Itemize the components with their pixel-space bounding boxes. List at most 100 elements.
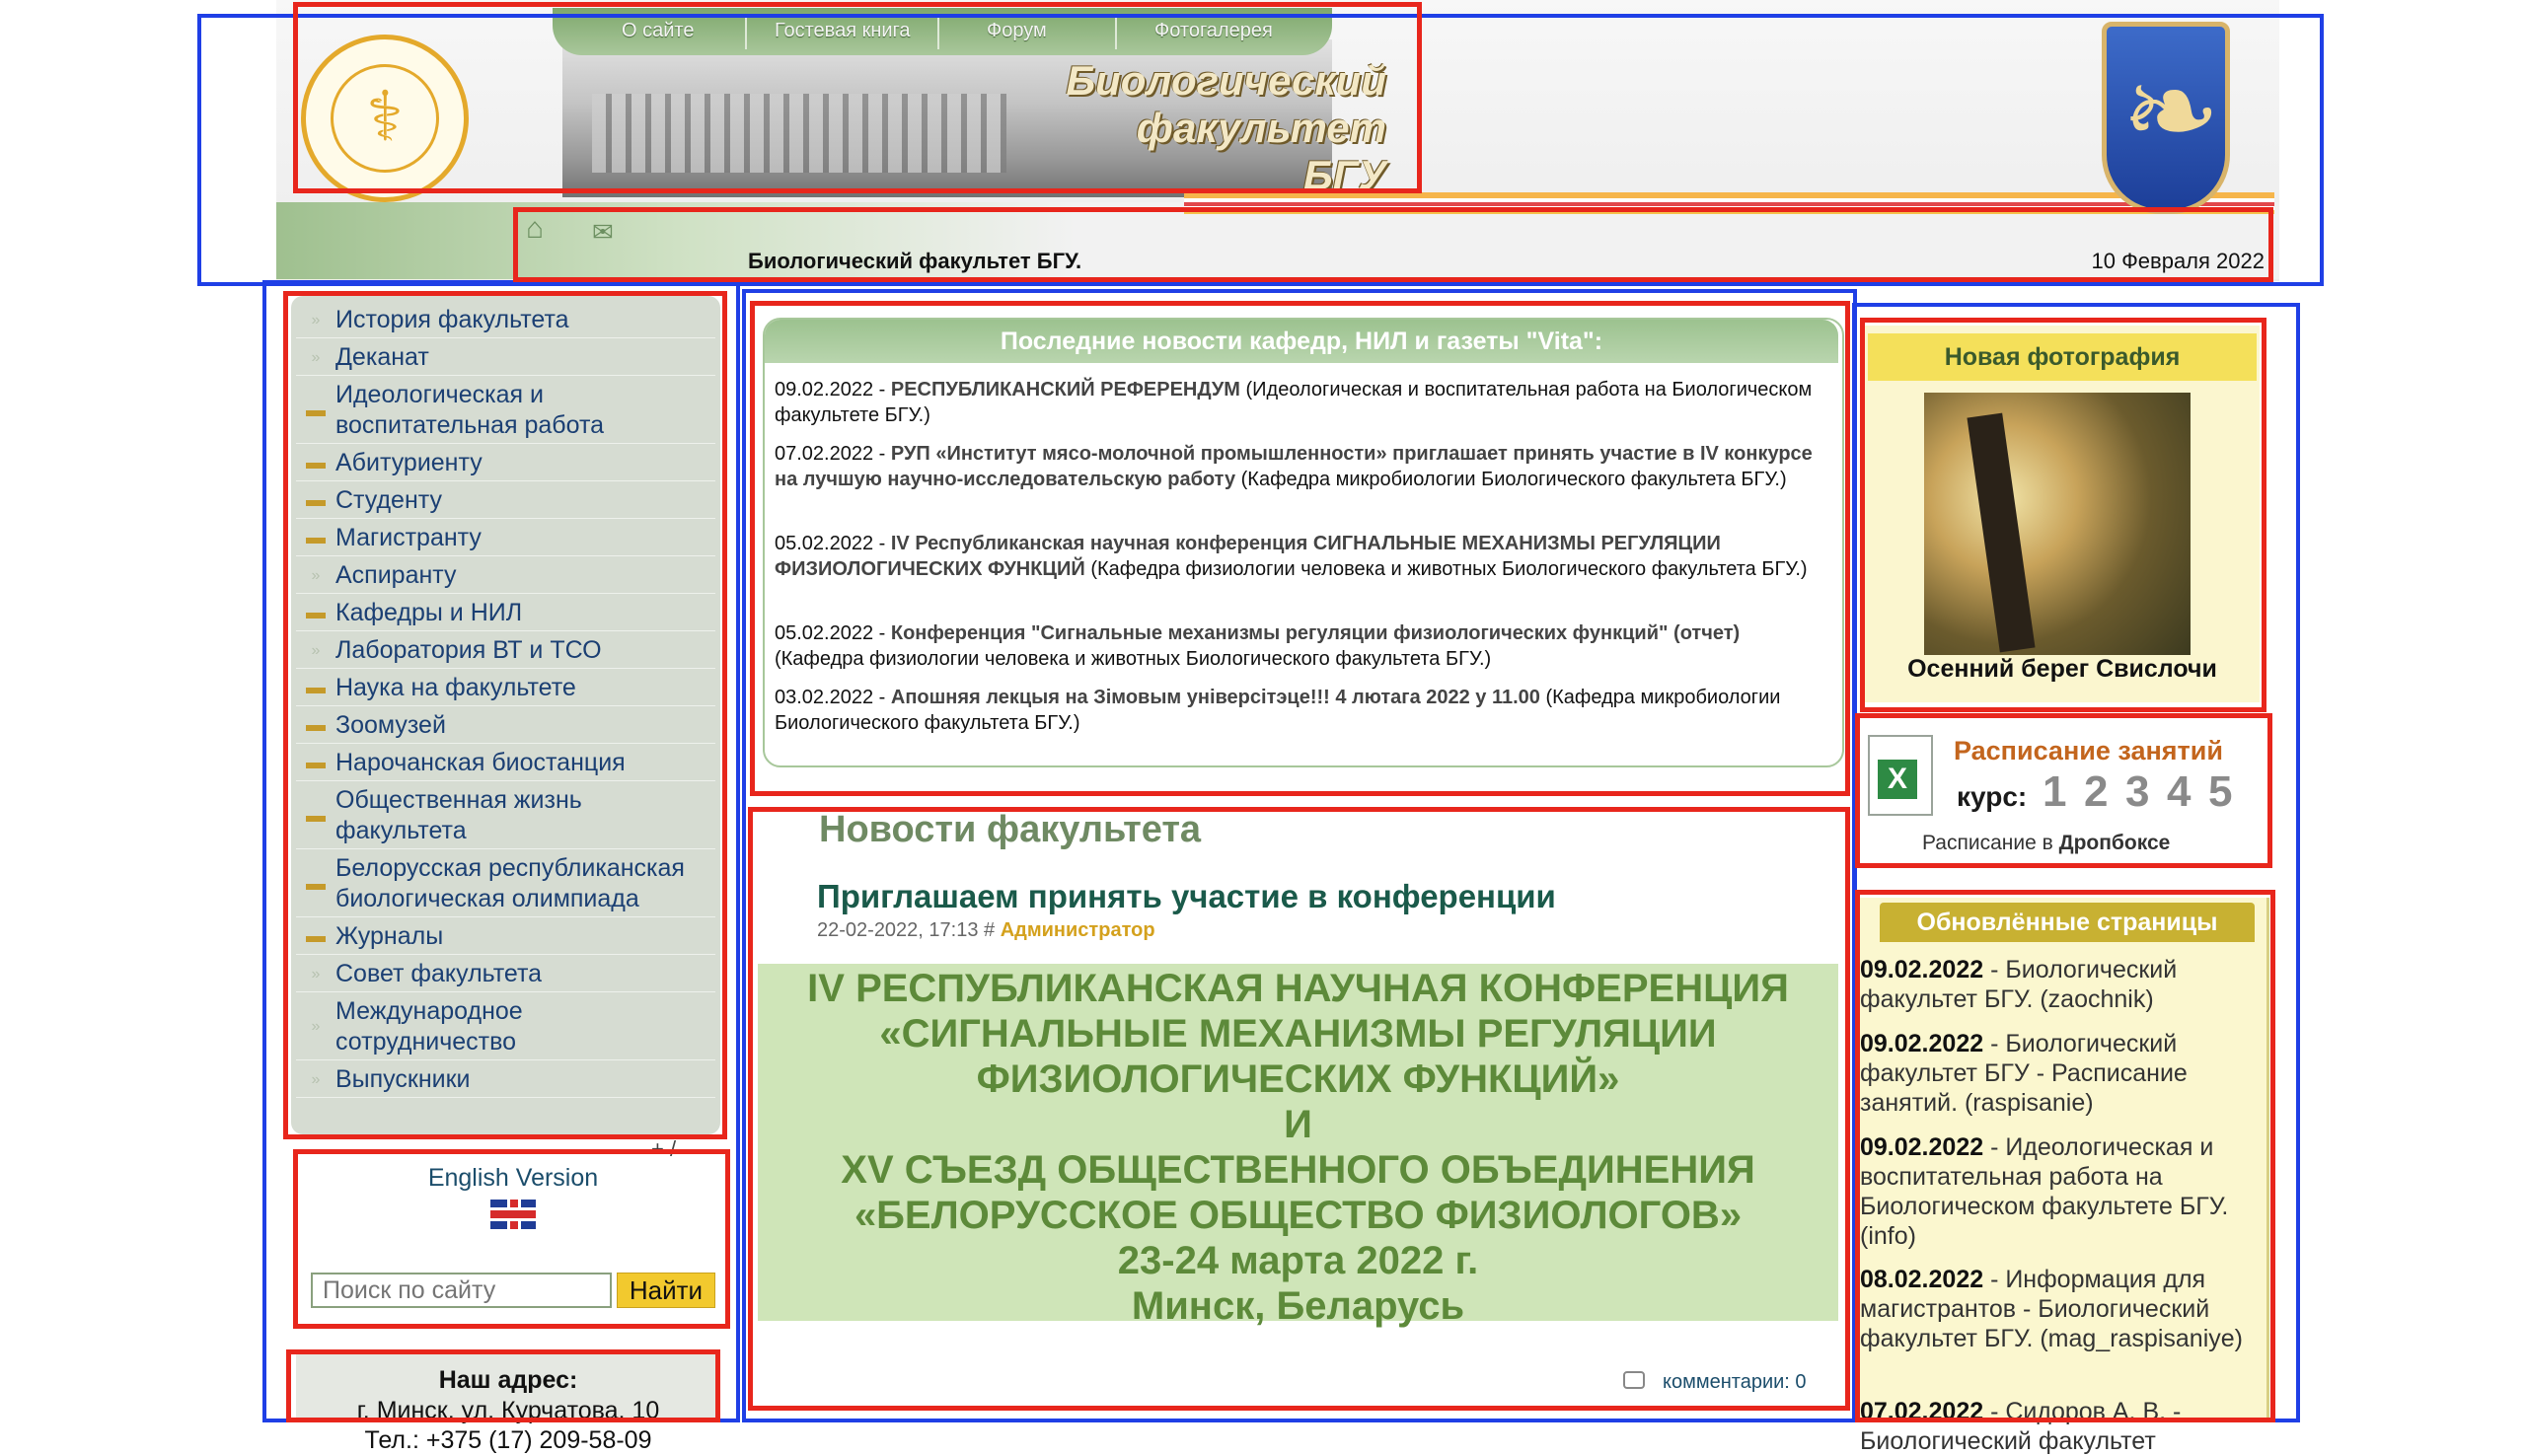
menu-item-label[interactable]: Магистранту xyxy=(335,523,701,553)
menu-item-label[interactable]: Идеологическая и воспитательная работа xyxy=(335,380,701,441)
banner-line: Минск, Беларусь xyxy=(1131,1284,1465,1328)
course-4-link[interactable]: 4 xyxy=(2167,767,2191,817)
course-3-link[interactable]: 3 xyxy=(2125,767,2149,817)
menu-item[interactable]: ▬ Студенту xyxy=(296,481,715,519)
menu-item-label[interactable]: Выпускники xyxy=(335,1064,701,1095)
dropbox-schedule-link[interactable]: Расписание в Дропбоксе xyxy=(1922,832,2170,855)
new-photo-title: Новая фотография xyxy=(1868,333,2257,381)
site-title-line: факультет xyxy=(1136,105,1386,151)
news-date: 07.02.2022 - xyxy=(775,443,891,465)
comments-label[interactable]: комментарии xyxy=(1663,1371,1784,1393)
menu-item[interactable]: ▬ Белорусская республиканская биологическ… xyxy=(296,849,715,917)
news-date: 05.02.2022 - xyxy=(775,622,891,644)
nav-forum[interactable]: Форум xyxy=(987,20,1047,42)
nav-photogallery[interactable]: Фотогалерея xyxy=(1154,20,1273,42)
menu-item[interactable]: » Совет факультета xyxy=(296,955,715,992)
post-date: 22-02-2022, 17:13 # xyxy=(817,919,1001,941)
sidebar-misc-text: + / xyxy=(651,1136,677,1161)
menu-item-label[interactable]: Студенту xyxy=(335,485,701,516)
address-title: Наш адрес: xyxy=(438,1366,578,1394)
post-author-link[interactable]: Администратор xyxy=(1001,919,1155,941)
comments-count: : 0 xyxy=(1784,1371,1807,1393)
course-5-link[interactable]: 5 xyxy=(2208,767,2232,817)
menu-item-label[interactable]: Зоомузей xyxy=(335,710,701,741)
home-icon[interactable]: ⌂ xyxy=(526,212,544,246)
menu-item-label[interactable]: Международное сотрудничество xyxy=(335,996,701,1057)
menu-item-label[interactable]: Журналы xyxy=(335,921,701,952)
menu-item[interactable]: » Деканат xyxy=(296,338,715,376)
menu-item-label[interactable]: Деканат xyxy=(335,342,701,373)
search-input[interactable] xyxy=(311,1273,612,1308)
folder-icon: ▬ xyxy=(306,714,326,736)
menu-item-label[interactable]: Белорусская республиканская биологическа… xyxy=(335,853,701,914)
news-link[interactable]: Апошняя лекцыя на Зімовым універсітэце!!… xyxy=(891,687,1540,708)
arrow-icon: » xyxy=(311,348,321,366)
menu-item[interactable]: » Международное сотрудничество xyxy=(296,992,715,1060)
menu-item[interactable]: » История факультета xyxy=(296,301,715,338)
menu-item[interactable]: ▬ Зоомузей xyxy=(296,706,715,744)
arrow-icon: » xyxy=(311,1018,321,1035)
menu-item[interactable]: ▬ Общественная жизнь факультета xyxy=(296,781,715,849)
updated-date: 09.02.2022 xyxy=(1860,956,1984,983)
comments-link[interactable]: комментарии: 0 xyxy=(1663,1371,1807,1394)
menu-item[interactable]: ▬ Наука на факультете xyxy=(296,669,715,706)
news-date: 09.02.2022 - xyxy=(775,379,891,400)
menu-item[interactable]: » Лаборатория ВТ и ТСО xyxy=(296,631,715,669)
nav-separator xyxy=(937,18,939,49)
nav-guestbook[interactable]: Гостевая книга xyxy=(775,20,911,42)
menu-item-label[interactable]: Абитуриенту xyxy=(335,448,701,478)
search-button[interactable]: Найти xyxy=(617,1273,715,1308)
menu-item[interactable]: ▬ Идеологическая и воспитательная работа xyxy=(296,376,715,444)
updated-item[interactable]: 08.02.2022 - Информация для магистрантов… xyxy=(1860,1265,2250,1353)
menu-item[interactable]: ▬ Кафедры и НИЛ xyxy=(296,594,715,631)
folder-icon: ▬ xyxy=(306,527,326,548)
mail-icon[interactable]: ✉ xyxy=(592,217,614,248)
dropbox-word[interactable]: Дропбоксе xyxy=(2059,832,2171,854)
arrow-icon: » xyxy=(311,1070,321,1088)
photo-caption: Осенний берег Свислочи xyxy=(1907,655,2217,683)
menu-item-label[interactable]: Нарочанская биостанция xyxy=(335,748,701,778)
news-item: 09.02.2022 - РЕСПУБЛИКАНСКИЙ РЕФЕРЕНДУМ … xyxy=(775,377,1816,428)
arrow-icon: » xyxy=(311,965,321,983)
menu-item[interactable]: ▬ Журналы xyxy=(296,917,715,955)
banner-line: «СИГНАЛЬНЫЕ МЕХАНИЗМЫ РЕГУЛЯЦИИ xyxy=(879,1012,1717,1056)
site-title-line: БГУ xyxy=(1303,152,1386,198)
menu-item[interactable]: ▬ Абитуриенту xyxy=(296,444,715,481)
menu-item[interactable]: » Аспиранту xyxy=(296,556,715,594)
nav-about[interactable]: О сайте xyxy=(622,20,694,42)
header-caption: Биологический факультет БГУ. xyxy=(748,249,1082,273)
schedule-title[interactable]: Расписание занятий xyxy=(1954,736,2223,766)
menu-item-label[interactable]: Общественная жизнь факультета xyxy=(335,785,701,846)
updated-item[interactable]: 09.02.2022 - Биологический факультет БГУ… xyxy=(1860,955,2250,1014)
news-link[interactable]: Конференция "Сигнальные механизмы регуля… xyxy=(891,622,1740,644)
news-link[interactable]: РЕСПУБЛИКАНСКИЙ РЕФЕРЕНДУМ xyxy=(891,379,1240,400)
menu-item-label[interactable]: Аспиранту xyxy=(335,560,701,591)
menu-item-label[interactable]: Совет факультета xyxy=(335,959,701,989)
menu-item[interactable]: ▬ Магистранту xyxy=(296,519,715,556)
updated-item[interactable]: 07.02.2022 - Сидоров А. В. - Биологическ… xyxy=(1860,1397,2250,1456)
banner-line: IV РЕСПУБЛИКАНСКАЯ НАУЧНАЯ КОНФЕРЕНЦИЯ xyxy=(807,967,1789,1010)
uk-flag-cross xyxy=(490,1207,536,1221)
menu-item[interactable]: » Выпускники xyxy=(296,1060,715,1098)
menu-item-label[interactable]: Кафедры и НИЛ xyxy=(335,598,701,628)
course-1-link[interactable]: 1 xyxy=(2043,767,2066,817)
news-source: (Кафедра физиологии человека и животных … xyxy=(1084,558,1808,580)
news-source: (Кафедра физиологии человека и животных … xyxy=(775,648,1492,670)
menu-item-label[interactable]: История факультета xyxy=(335,305,701,335)
course-2-link[interactable]: 2 xyxy=(2084,767,2108,817)
menu-item-label[interactable]: Лаборатория ВТ и ТСО xyxy=(335,635,701,666)
updated-item[interactable]: 09.02.2022 - Биологический факультет БГУ… xyxy=(1860,1029,2250,1118)
english-version-link[interactable]: English Version xyxy=(301,1164,725,1193)
post-title[interactable]: Приглашаем принять участие в конференции xyxy=(817,878,1556,915)
folder-icon: ▬ xyxy=(306,452,326,473)
folder-icon: ▬ xyxy=(306,399,326,421)
banner-line: 23-24 марта 2022 г. xyxy=(1117,1239,1479,1282)
menu-item-label[interactable]: Наука на факультете xyxy=(335,673,701,703)
banner-line: ФИЗИОЛОГИЧЕСКИХ ФУНКЦИЙ» xyxy=(976,1057,1620,1101)
menu-item[interactable]: ▬ Нарочанская биостанция xyxy=(296,744,715,781)
updated-date: 08.02.2022 xyxy=(1860,1266,1984,1293)
site-title-line: Биологический xyxy=(1066,57,1386,104)
dropbox-prefix: Расписание в xyxy=(1922,832,2059,854)
autumn-photo[interactable] xyxy=(1924,393,2191,655)
updated-item[interactable]: 09.02.2022 - Идеологическая и воспитател… xyxy=(1860,1132,2250,1251)
